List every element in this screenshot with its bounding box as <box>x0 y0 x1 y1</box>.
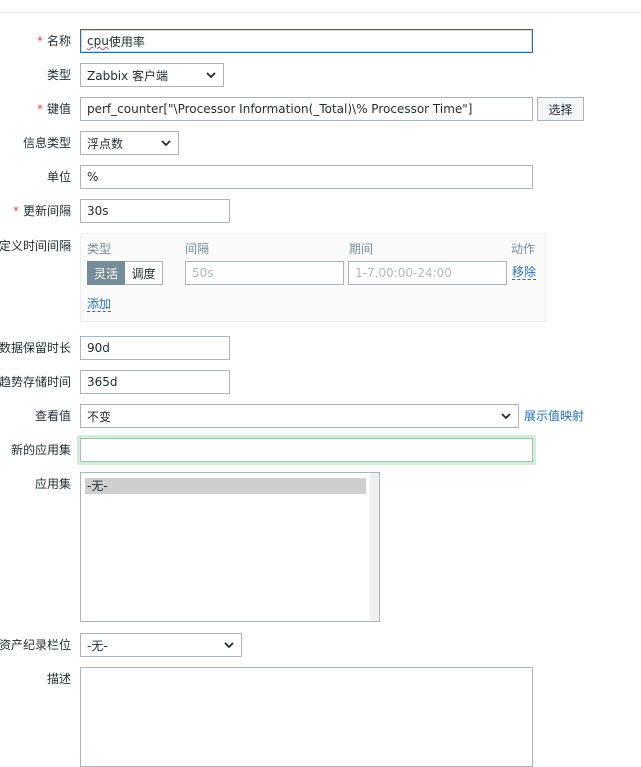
show-value-select[interactable]: 不变 <box>80 404 519 428</box>
update-interval-label: * 更新间隔 <box>12 204 71 218</box>
applications-option[interactable]: -无- <box>85 478 366 494</box>
name-input-rest: 使用率 <box>108 34 145 49</box>
remove-interval-link[interactable]: 移除 <box>512 265 537 280</box>
required-asterisk: * <box>12 204 19 218</box>
flexible-option[interactable]: 灵活 <box>87 261 125 285</box>
inventory-select-value: -无- <box>87 638 108 653</box>
required-asterisk: * <box>36 102 43 116</box>
new-application-label: 新的应用集 <box>10 443 71 457</box>
chevron-down-icon <box>224 642 234 649</box>
info-type-label: 信息类型 <box>22 136 71 150</box>
applications-scrollbar[interactable] <box>370 473 379 621</box>
inventory-label: 资产纪录栏位 <box>0 638 71 652</box>
trends-input[interactable] <box>80 370 230 394</box>
show-value-label: 查看值 <box>34 409 71 423</box>
scheduling-option[interactable]: 调度 <box>125 261 163 285</box>
header-divider <box>0 12 641 13</box>
chevron-down-icon <box>161 140 171 147</box>
column-action: 动作 <box>511 242 536 256</box>
inventory-select[interactable]: -无- <box>80 633 242 657</box>
name-label: * 名称 <box>36 34 71 48</box>
interval-type-toggle: 灵活 调度 <box>87 261 163 285</box>
custom-intervals-label: 定义时间间隔 <box>0 239 71 253</box>
history-label: 数据保留时长 <box>0 341 71 355</box>
key-label: * 键值 <box>36 102 71 116</box>
history-input[interactable] <box>80 336 230 360</box>
required-asterisk: * <box>36 34 43 48</box>
column-interval: 间隔 <box>185 242 210 256</box>
applications-label: 应用集 <box>34 477 71 491</box>
key-select-button[interactable]: 选择 <box>537 97 584 121</box>
period-input[interactable] <box>348 261 507 285</box>
description-textarea[interactable] <box>80 667 533 767</box>
key-input[interactable] <box>80 97 533 121</box>
name-input[interactable]: cpu 使用率 <box>80 29 533 53</box>
column-period: 期间 <box>349 242 374 256</box>
type-label: 类型 <box>46 68 71 82</box>
type-select-value: Zabbix 客户端 <box>87 68 169 83</box>
description-label: 描述 <box>46 672 71 686</box>
add-interval-link[interactable]: 添加 <box>87 297 112 312</box>
info-type-select-value: 浮点数 <box>87 136 124 151</box>
type-select[interactable]: Zabbix 客户端 <box>80 63 224 87</box>
chevron-down-icon <box>501 413 511 420</box>
interval-input[interactable] <box>185 261 344 285</box>
show-value-mapping-link[interactable]: 展示值映射 <box>524 408 584 424</box>
info-type-select[interactable]: 浮点数 <box>80 131 179 155</box>
update-interval-input[interactable] <box>80 199 230 223</box>
custom-intervals-table: 类型 间隔 期间 动作 灵活 调度 移除 添加 <box>80 233 546 322</box>
trends-label: 趋势存储时间 <box>0 375 71 389</box>
new-application-input[interactable] <box>80 438 533 462</box>
column-type: 类型 <box>87 242 112 256</box>
units-input[interactable] <box>80 165 533 189</box>
applications-listbox[interactable]: -无- <box>80 472 380 622</box>
name-input-misspelled: cpu <box>87 34 109 48</box>
show-value-select-value: 不变 <box>87 409 112 424</box>
chevron-down-icon <box>206 72 216 79</box>
units-label: 单位 <box>46 170 71 184</box>
